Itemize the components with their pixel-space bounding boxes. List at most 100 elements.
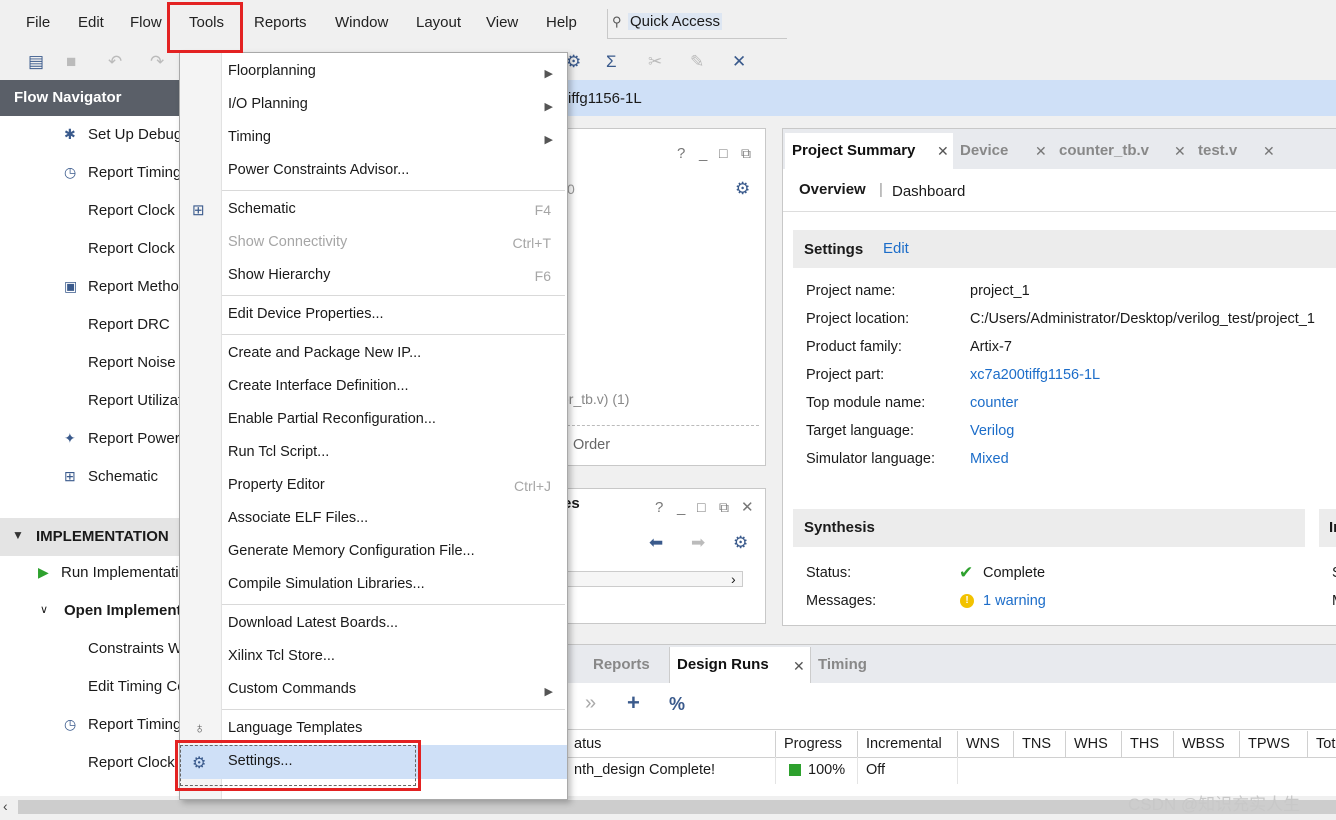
col-status[interactable]: atus — [566, 731, 776, 757]
menu-associate-elf[interactable]: Associate ELF Files... — [228, 510, 368, 526]
maximize-icon[interactable]: □ — [719, 145, 727, 161]
menu-run-tcl-script[interactable]: Run Tcl Script... — [228, 444, 329, 460]
menu-create-interface[interactable]: Create Interface Definition... — [228, 378, 409, 394]
tab-counter-tb[interactable]: counter_tb.v — [1059, 142, 1149, 159]
tab-reports[interactable]: Reports — [593, 656, 650, 673]
chevron-down-icon[interactable]: ▼ — [12, 528, 24, 542]
menu-edit[interactable]: Edit — [78, 14, 104, 31]
nav-constraints-wizard[interactable]: Constraints W — [88, 640, 182, 657]
col-wns[interactable]: WNS — [958, 731, 1014, 757]
col-tpws[interactable]: TPWS — [1240, 731, 1308, 757]
nav-edit-timing[interactable]: Edit Timing Co — [88, 678, 186, 695]
menu-floorplanning[interactable]: Floorplanning — [228, 63, 316, 79]
tab-timing[interactable]: Timing — [818, 656, 867, 673]
expand-icon[interactable]: » — [585, 692, 596, 715]
close-icon[interactable]: ✕ — [793, 658, 805, 675]
col-tns[interactable]: TNS — [1014, 731, 1066, 757]
close-icon[interactable]: ✕ — [1263, 143, 1275, 160]
cross-probe-icon[interactable]: ✕ — [732, 52, 746, 72]
project-part-link[interactable]: xc7a200tiffg1156-1L — [970, 367, 1100, 383]
maximize-icon[interactable]: □ — [697, 499, 705, 515]
simulator-language-link[interactable]: Mixed — [970, 451, 1009, 467]
help-icon[interactable]: ? — [655, 499, 663, 516]
menu-view[interactable]: View — [486, 14, 518, 31]
nav-open-implemented[interactable]: Open Implement — [64, 602, 182, 619]
edit-link[interactable]: Edit — [883, 240, 909, 257]
quick-access-field[interactable]: ⚲ Quick Access — [607, 9, 787, 39]
messages-link[interactable]: 1 warning — [983, 593, 1046, 609]
menu-edit-device-properties[interactable]: Edit Device Properties... — [228, 306, 384, 322]
menu-show-connectivity[interactable]: Show Connectivity — [228, 234, 347, 250]
col-incremental[interactable]: Incremental — [858, 731, 958, 757]
debug-icon[interactable]: ✂ — [648, 52, 662, 72]
nav-report-methodology[interactable]: Report Method — [88, 278, 187, 295]
tab-design-runs[interactable]: Design Runs — [677, 656, 769, 673]
menu-io-planning[interactable]: I/O Planning — [228, 96, 308, 112]
tab-project-summary[interactable]: Project Summary — [792, 142, 916, 159]
properties-scrollbar[interactable] — [567, 571, 743, 587]
chevron-down-icon[interactable]: ∨ — [40, 603, 48, 616]
subtab-dashboard[interactable]: Dashboard — [892, 183, 965, 200]
menu-download-boards[interactable]: Download Latest Boards... — [228, 615, 398, 631]
percent-icon[interactable]: % — [669, 694, 685, 715]
close-icon[interactable]: ✕ — [1035, 143, 1047, 160]
minimize-icon[interactable]: _ — [677, 499, 685, 516]
help-icon[interactable]: ? — [677, 145, 685, 162]
col-ths[interactable]: THS — [1122, 731, 1174, 757]
menu-power-constraints[interactable]: Power Constraints Advisor... — [228, 162, 409, 178]
menu-language-templates[interactable]: Language Templates — [228, 720, 362, 736]
menu-compile-sim-libs[interactable]: Compile Simulation Libraries... — [228, 576, 425, 592]
back-arrow-icon[interactable]: ⬅ — [649, 533, 663, 553]
nav-report-clock-impl[interactable]: Report Clock — [88, 754, 175, 771]
menu-show-hierarchy[interactable]: Show Hierarchy — [228, 267, 330, 283]
nav-report-noise[interactable]: Report Noise — [88, 354, 176, 371]
tab-device[interactable]: Device — [960, 142, 1008, 159]
target-language-link[interactable]: Verilog — [970, 423, 1014, 439]
gear-icon[interactable]: ⚙ — [735, 179, 750, 199]
col-progress[interactable]: Progress — [776, 731, 858, 757]
nav-report-drc[interactable]: Report DRC — [88, 316, 170, 333]
menu-window[interactable]: Window — [335, 14, 388, 31]
nav-report-clock-2[interactable]: Report Clock I — [88, 240, 183, 257]
gear-icon[interactable]: ⚙ — [733, 533, 748, 553]
tab-test-v[interactable]: test.v — [1198, 142, 1237, 159]
nav-report-clock-1[interactable]: Report Clock I — [88, 202, 183, 219]
nav-report-utilization[interactable]: Report Utilizat — [88, 392, 182, 409]
nav-report-power[interactable]: Report Power — [88, 430, 180, 447]
nav-schematic[interactable]: Schematic — [88, 468, 158, 485]
menu-property-editor[interactable]: Property Editor — [228, 477, 325, 493]
save-icon[interactable]: ■ — [66, 52, 76, 72]
chevron-right-icon[interactable]: › — [731, 571, 736, 587]
col-wbss[interactable]: WBSS — [1174, 731, 1240, 757]
menu-timing[interactable]: Timing — [228, 129, 271, 145]
menu-schematic[interactable]: Schematic — [228, 201, 296, 217]
forward-arrow-icon[interactable]: ➡ — [691, 533, 705, 553]
probe-icon[interactable]: ✎ — [690, 52, 704, 72]
menu-file[interactable]: File — [26, 14, 50, 31]
redo-icon[interactable]: ↷ — [150, 52, 164, 72]
menu-layout[interactable]: Layout — [416, 14, 461, 31]
menu-xilinx-tcl-store[interactable]: Xilinx Tcl Store... — [228, 648, 335, 664]
col-whs[interactable]: WHS — [1066, 731, 1122, 757]
col-total[interactable]: Tot — [1308, 731, 1336, 757]
nav-run-implementation[interactable]: Run Implementatio — [61, 564, 187, 581]
nav-report-timing-impl[interactable]: Report Timing — [88, 716, 181, 733]
float-icon[interactable]: ⧉ — [741, 145, 751, 162]
sigma-icon[interactable]: Σ — [606, 52, 617, 72]
menu-custom-commands[interactable]: Custom Commands — [228, 681, 356, 697]
chevron-left-icon[interactable]: ‹ — [3, 798, 8, 814]
menu-help[interactable]: Help — [546, 14, 577, 31]
add-run-icon[interactable]: + — [627, 690, 640, 716]
nav-report-timing[interactable]: Report Timing — [88, 164, 181, 181]
close-icon[interactable]: ✕ — [937, 143, 949, 160]
close-icon[interactable]: ✕ — [1174, 143, 1186, 160]
menu-reports[interactable]: Reports — [254, 14, 307, 31]
float-icon[interactable]: ⧉ — [719, 499, 729, 516]
open-folder-icon[interactable]: ▤ — [28, 52, 44, 72]
menu-partial-reconfig[interactable]: Enable Partial Reconfiguration... — [228, 411, 436, 427]
top-module-link[interactable]: counter — [970, 395, 1018, 411]
menu-generate-memory-config[interactable]: Generate Memory Configuration File... — [228, 543, 475, 559]
subtab-overview[interactable]: Overview — [799, 181, 866, 198]
nav-set-up-debug[interactable]: Set Up Debug — [88, 126, 182, 143]
undo-icon[interactable]: ↶ — [108, 52, 122, 72]
